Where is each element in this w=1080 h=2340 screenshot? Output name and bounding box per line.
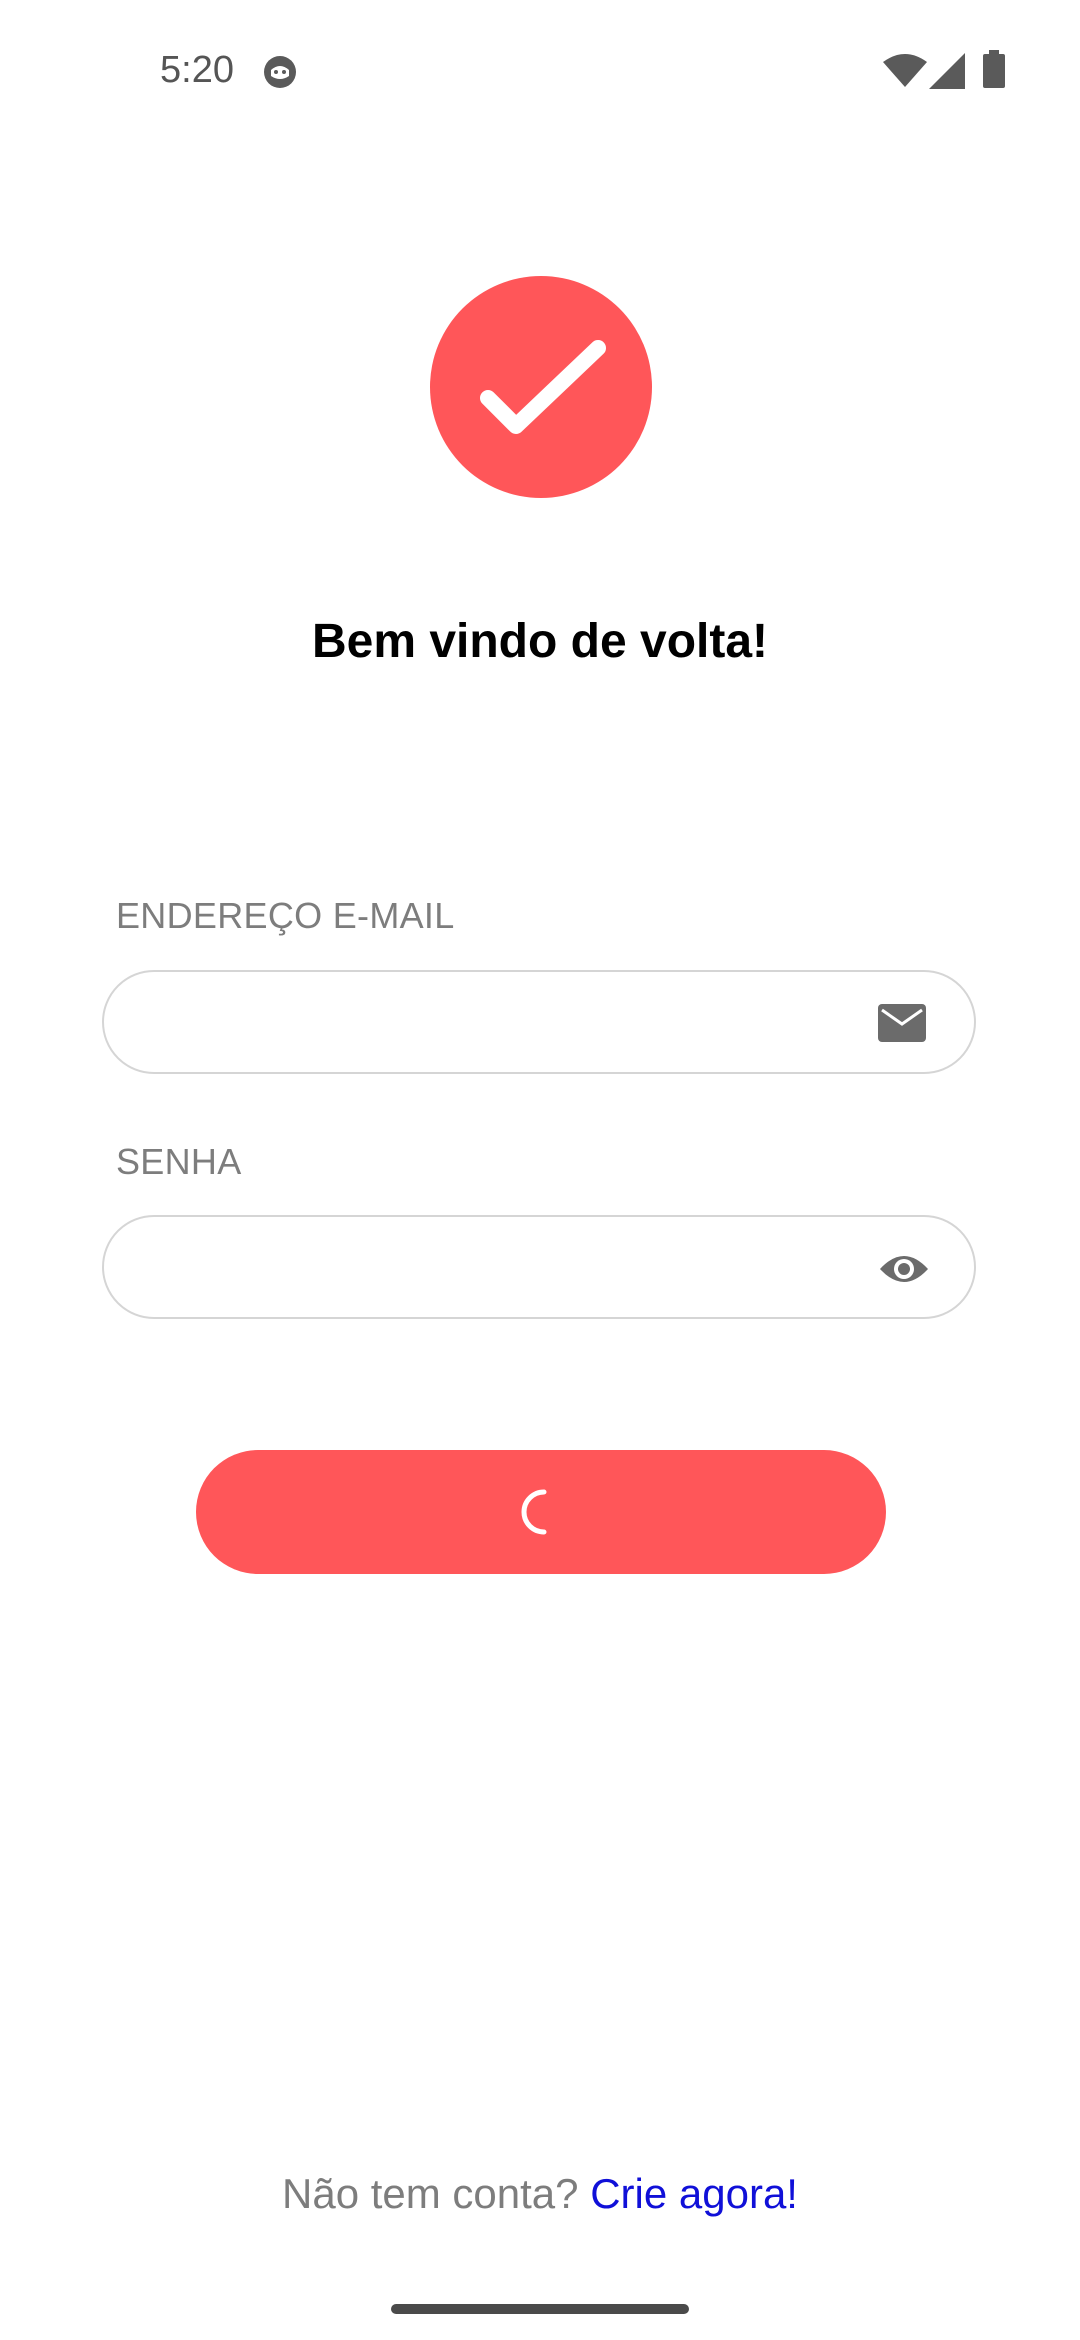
status-bar: 5:20 [0, 0, 1080, 140]
checkmark-icon [480, 340, 606, 434]
battery-icon [983, 50, 1005, 88]
wifi-icon [883, 54, 927, 87]
spinner-icon [521, 1489, 547, 1535]
mail-icon [878, 1004, 926, 1042]
eye-icon[interactable] [878, 1249, 930, 1289]
email-input[interactable] [140, 972, 904, 1074]
password-input[interactable] [140, 1217, 904, 1319]
password-label: SENHA [116, 1141, 242, 1182]
app-notification-icon [264, 56, 296, 88]
signup-prompt: Não tem conta? [282, 2170, 579, 2217]
create-account-link[interactable]: Crie agora! [590, 2170, 798, 2217]
home-indicator[interactable] [391, 2304, 689, 2314]
email-label: ENDEREÇO E-MAIL [116, 895, 455, 936]
signal-icon [929, 53, 965, 89]
status-time: 5:20 [160, 49, 234, 91]
email-field[interactable] [102, 970, 976, 1074]
welcome-title: Bem vindo de volta! [311, 615, 769, 668]
password-field[interactable] [102, 1215, 976, 1319]
app-logo [430, 276, 652, 498]
login-button[interactable] [196, 1450, 886, 1574]
signup-line: Não tem conta? Crie agora! [0, 2168, 1080, 2220]
